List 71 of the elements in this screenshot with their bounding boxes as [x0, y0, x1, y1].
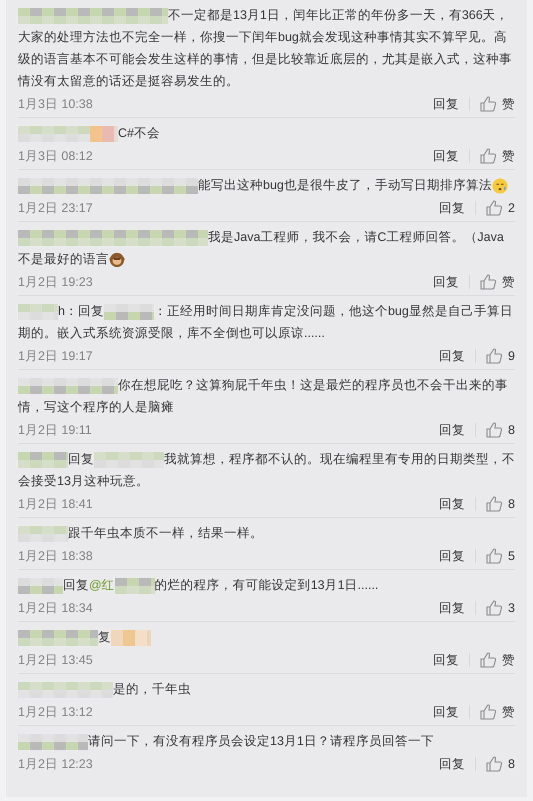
like-button[interactable]: 2 — [486, 198, 515, 218]
comment-text: 请问一下，有没有程序员会设定13月1日？请程序员回答一下 — [18, 730, 515, 752]
comment-text: C#不会 — [18, 122, 515, 144]
comment-time: 1月2日 13:12 — [18, 704, 94, 721]
blurred-name-drawing — [18, 526, 68, 542]
comment-time: 1月2日 19:11 — [18, 422, 93, 439]
comment-time: 1月2日 12:23 — [18, 756, 94, 773]
comment-time: 1月2日 18:41 — [18, 496, 94, 513]
blurred-name-drawing — [18, 452, 68, 468]
thumbs-up-icon — [480, 274, 497, 290]
like-button[interactable]: 8 — [486, 754, 515, 774]
blurred-name-drawing — [104, 304, 154, 320]
comment-time: 1月3日 08:12 — [18, 148, 94, 165]
comment-text: h：回复 ：正经用时间日期库肯定没问题，他这个bug显然是自己手算日期的。嵌入式系统资源受限，库不全倒也可以原谅...... — [18, 302, 514, 342]
comment-text: 你在想屁吃？这算狗屁千年虫！这是最烂的程序员也不会干出来的事情，写这个程序的人是脑瘫 — [18, 376, 509, 416]
like-button[interactable]: 9 — [486, 346, 515, 366]
thumbs-up-icon — [486, 496, 504, 512]
comment-time: 1月2日 19:17 — [18, 348, 94, 365]
thumbs-up-icon — [480, 704, 497, 720]
thumbs-up-icon — [486, 422, 504, 438]
comment-text: 是的，千年虫 — [18, 678, 515, 700]
reply-link[interactable]: 回复 — [433, 146, 459, 166]
comment-time: 1月2日 13:45 — [18, 652, 94, 669]
blurred-name-drawing — [111, 630, 151, 646]
comment-time: 1月2日 19:23 — [18, 274, 94, 291]
reply-link[interactable]: 回复 — [439, 346, 466, 366]
thumbs-up-icon — [486, 756, 504, 772]
blurred-name-drawing — [18, 578, 63, 594]
reply-link[interactable]: 回复 — [439, 494, 466, 514]
reply-link[interactable]: 回复 — [439, 546, 466, 566]
like-button[interactable]: 8 — [486, 420, 515, 440]
thumbs-up-icon — [486, 548, 504, 564]
reply-link[interactable]: 回复 — [433, 702, 459, 722]
like-button[interactable]: 赞 — [480, 650, 515, 670]
thumbs-up-icon — [480, 652, 497, 668]
like-button[interactable]: 8 — [486, 494, 515, 514]
thumbs-up-icon — [486, 348, 504, 364]
thumbs-up-icon — [486, 200, 504, 216]
blurred-name-drawing — [114, 578, 155, 594]
comment-text: 复 — [18, 626, 515, 648]
reply-link[interactable]: 回复 — [433, 650, 459, 670]
like-button[interactable]: 赞 — [480, 272, 515, 292]
blurred-name-drawing — [18, 734, 88, 750]
like-button[interactable]: 赞 — [480, 702, 515, 722]
like-button[interactable]: 赞 — [480, 94, 515, 114]
thumbs-up-icon — [480, 148, 497, 164]
comment-text: 不一定都是13月1日，闰年比正常的年份多一天，有366天，大家的处理方法也不完全一样，你搜一下闰年bug就会发现这种事情其实不算罕见。高级的语言基本不可能会发生这样的事情，但是比较靠近底层的，尤其是嵌入式，这种事情没有太留意的话还是挺容易发生的。 — [18, 6, 513, 90]
like-button[interactable]: 5 — [486, 546, 515, 566]
comment-time: 1月2日 18:34 — [18, 600, 94, 617]
reply-link[interactable]: 回复 — [439, 198, 466, 218]
sweat-face-icon — [492, 178, 508, 194]
comment-time: 1月2日 18:38 — [18, 548, 94, 565]
reply-link[interactable]: 回复 — [433, 94, 459, 114]
reply-link[interactable]: 回复 — [439, 754, 466, 774]
reply-link[interactable]: 回复 — [433, 272, 459, 292]
reply-link[interactable]: 回复 — [439, 420, 466, 440]
thumbs-up-icon — [486, 600, 504, 616]
thumbs-up-icon — [480, 96, 497, 112]
blurred-name-drawing — [18, 304, 58, 320]
reply-link[interactable]: 回复 — [439, 598, 466, 618]
comment-text: 跟千年虫本质不一样，结果一样。 — [18, 522, 515, 544]
like-button[interactable]: 3 — [486, 598, 515, 618]
monkey-face-icon — [109, 252, 125, 268]
comment-time: 1月3日 10:38 — [18, 96, 94, 113]
blurred-name-drawing — [94, 452, 164, 468]
comment-text: 能写出这种bug也是很牛皮了，手动写日期排序算法 — [18, 174, 515, 196]
comment-time: 1月2日 23:17 — [18, 200, 94, 217]
comment-text: 回复@红 的烂的程序，有可能设定到13月1日...... — [18, 574, 515, 596]
comment-text: 我是Java工程师，我不会，请C工程师回答。（Java不是最好的语言 — [18, 228, 505, 270]
comment-text: 回复 我就算想，程序都不认的。现在编程里有专用的日期类型，不会接受13月这种玩意。 — [18, 450, 515, 490]
like-button[interactable]: 赞 — [480, 146, 515, 166]
